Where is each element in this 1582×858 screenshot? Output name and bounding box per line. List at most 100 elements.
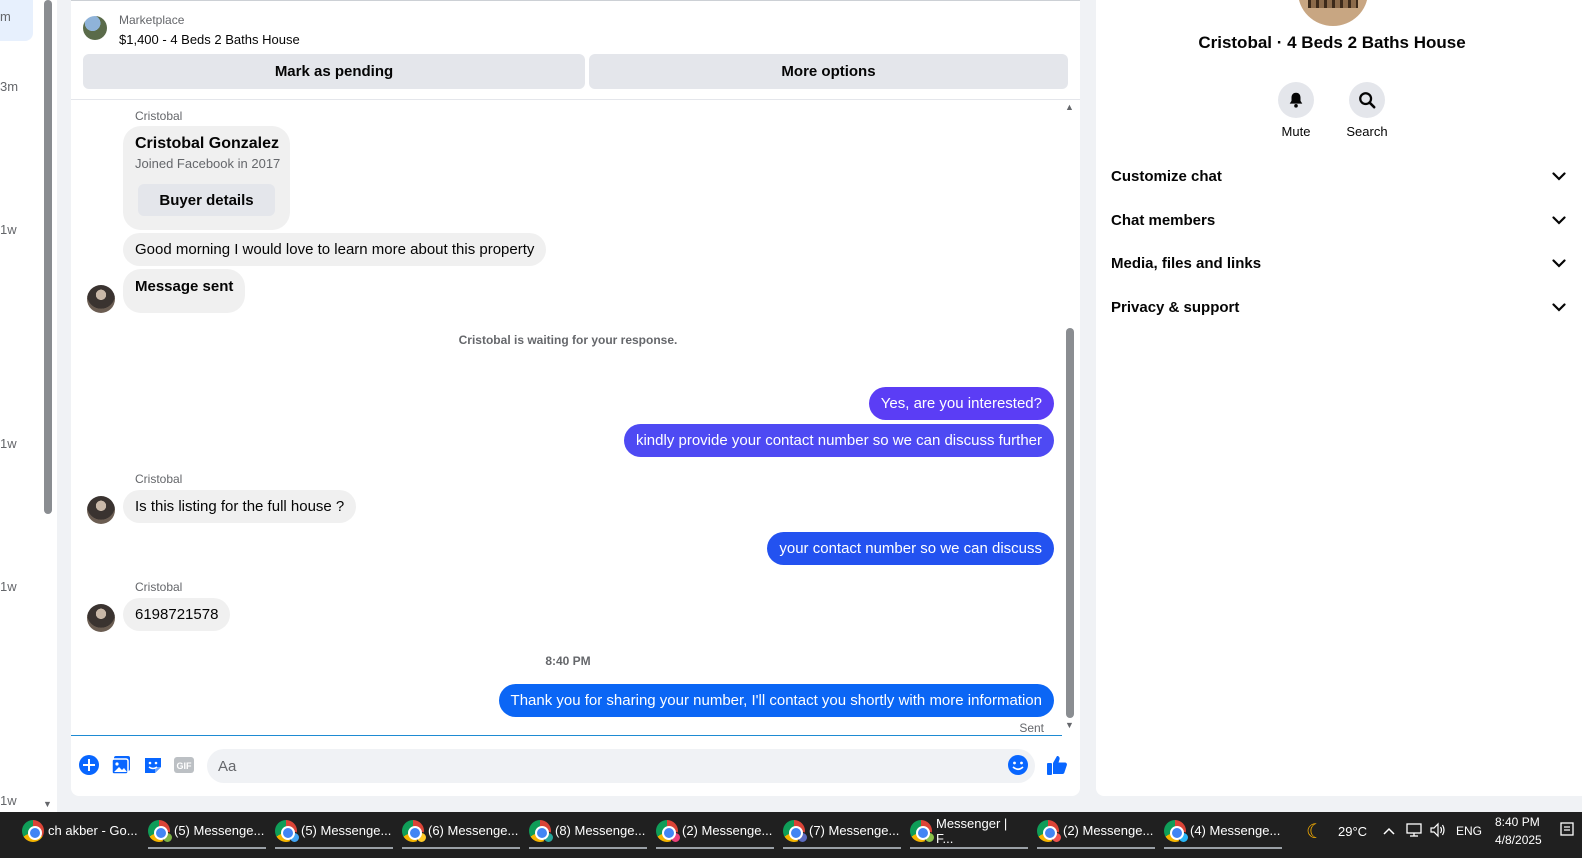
plus-icon[interactable] (77, 753, 101, 777)
sender-name: Cristobal (135, 109, 183, 123)
listing-avatar[interactable] (1298, 0, 1368, 26)
clock-date[interactable]: 4/8/2025 (1495, 833, 1542, 847)
sent-status: Sent (1019, 721, 1044, 735)
chrome-icon (22, 819, 44, 842)
mark-as-pending-button[interactable]: Mark as pending (83, 54, 585, 89)
section-privacy-support[interactable]: Privacy & support (1111, 299, 1566, 316)
conversation-time: 1w (0, 579, 17, 594)
language-indicator[interactable]: ENG (1456, 824, 1482, 838)
network-icon[interactable] (1406, 822, 1424, 841)
search-button[interactable]: Search (1337, 82, 1397, 139)
sender-name: Cristobal (135, 472, 183, 486)
search-label: Search (1346, 124, 1388, 139)
incoming-message[interactable]: Good morning I would love to learn more … (123, 233, 547, 266)
taskbar-item-label: (2) Messenge... (682, 823, 773, 838)
buyer-details-button[interactable]: Buyer details (138, 184, 275, 216)
taskbar-item[interactable]: Messenger | F... (910, 812, 1028, 849)
outgoing-message[interactable]: kindly provide your contact number so we… (623, 424, 1054, 457)
message-input[interactable]: Aa (207, 749, 1035, 783)
composer-divider (71, 735, 1062, 736)
weather-temp[interactable]: 29°C (1338, 824, 1367, 839)
chrome-icon (910, 819, 935, 843)
marketplace-listing-header: Marketplace $1,400 - 4 Beds 2 Baths Hous… (71, 0, 1080, 100)
taskbar-item-label: (5) Messenge... (174, 823, 265, 838)
taskbar-item[interactable]: (5) Messenge... (148, 812, 266, 849)
scroll-up-arrow-icon[interactable]: ▲ (1065, 102, 1074, 112)
chevron-up-icon[interactable] (1383, 823, 1395, 838)
listing-thumbnail[interactable] (83, 16, 107, 40)
sender-name: Cristobal (135, 580, 183, 594)
sticker-icon[interactable] (141, 753, 165, 777)
message-list: ▲ Cristobal Cristobal Gonzalez Joined Fa… (71, 100, 1080, 736)
section-label: Chat members (1111, 212, 1216, 229)
taskbar-item-label: (2) Messenge... (1063, 823, 1154, 838)
conversation-time: 1w (0, 436, 17, 451)
chrome-icon (275, 819, 300, 843)
outgoing-message[interactable]: Yes, are you interested? (868, 387, 1054, 420)
conversation-info-panel: Cristobal · 4 Beds 2 Baths House Mute Se… (1096, 0, 1582, 796)
taskbar-item[interactable]: ch akber - Go... (22, 812, 140, 849)
mute-button[interactable]: Mute (1266, 82, 1326, 139)
bell-icon[interactable] (1278, 82, 1314, 118)
conversation-list-scrollbar[interactable] (44, 0, 52, 514)
taskbar-item-label: (5) Messenge... (301, 823, 392, 838)
chrome-icon (402, 819, 427, 843)
more-options-button[interactable]: More options (589, 54, 1068, 89)
buyer-profile-card: Cristobal Gonzalez Joined Facebook in 20… (123, 126, 290, 230)
clock-time[interactable]: 8:40 PM (1495, 815, 1540, 829)
chrome-icon (1164, 819, 1189, 843)
section-customize-chat[interactable]: Customize chat (1111, 168, 1566, 185)
conversation-time: 1w (0, 793, 17, 808)
taskbar-item[interactable]: (7) Messenge... (783, 812, 901, 849)
moon-icon[interactable]: ☾ (1306, 819, 1324, 844)
taskbar-item[interactable]: (2) Messenge... (1037, 812, 1155, 849)
mute-label: Mute (1281, 124, 1311, 139)
chevron-down-icon (1552, 299, 1566, 316)
marketplace-label: Marketplace (119, 13, 185, 27)
section-chat-members[interactable]: Chat members (1111, 212, 1566, 229)
taskbar-item[interactable]: (6) Messenge... (402, 812, 520, 849)
svg-text:GIF: GIF (177, 761, 193, 771)
outgoing-message[interactable]: your contact number so we can discuss (767, 532, 1054, 565)
section-label: Media, files and links (1111, 255, 1262, 272)
chevron-down-icon (1552, 168, 1566, 185)
incoming-message[interactable]: 6198721578 (123, 598, 231, 631)
taskbar-item-label: (8) Messenge... (555, 823, 646, 838)
chrome-icon (148, 819, 173, 843)
buyer-name: Cristobal Gonzalez (135, 135, 280, 152)
incoming-message[interactable]: Is this listing for the full house ? (123, 490, 357, 523)
chrome-icon (783, 819, 808, 843)
chevron-down-icon (1552, 212, 1566, 229)
gif-icon[interactable]: GIF (172, 753, 196, 777)
chat-panel: Marketplace $1,400 - 4 Beds 2 Baths Hous… (71, 0, 1080, 796)
chevron-down-icon (1552, 255, 1566, 272)
taskbar: ch akber - Go... (5) Messenge... (5) Mes… (0, 812, 1582, 858)
message-composer: GIF Aa (71, 740, 1080, 790)
waiting-notice: Cristobal is waiting for your response. (458, 333, 678, 347)
listing-title[interactable]: $1,400 - 4 Beds 2 Baths House (119, 32, 300, 47)
scroll-down-arrow-icon[interactable]: ▼ (43, 799, 52, 809)
emoji-icon[interactable] (1006, 753, 1030, 777)
outgoing-message[interactable]: Thank you for sharing your number, I'll … (498, 684, 1054, 717)
taskbar-item[interactable]: (2) Messenge... (656, 812, 774, 849)
notification-icon[interactable] (1560, 822, 1574, 841)
chat-scrollbar[interactable] (1066, 328, 1074, 718)
message-timestamp: 8:40 PM (545, 654, 591, 668)
search-icon[interactable] (1349, 82, 1385, 118)
conversation-title: Cristobal · 4 Beds 2 Baths House (1198, 33, 1466, 52)
scroll-down-arrow-icon[interactable]: ▼ (1065, 720, 1074, 730)
conversation-time: 1w (0, 222, 17, 237)
volume-icon[interactable] (1429, 822, 1447, 841)
like-icon[interactable] (1045, 753, 1069, 777)
avatar[interactable] (87, 604, 115, 632)
avatar[interactable] (87, 285, 115, 313)
taskbar-item[interactable]: (8) Messenge... (529, 812, 647, 849)
avatar[interactable] (87, 496, 115, 524)
taskbar-item-label: (6) Messenge... (428, 823, 519, 838)
taskbar-item[interactable]: (4) Messenge... (1164, 812, 1282, 849)
section-media-files-links[interactable]: Media, files and links (1111, 255, 1566, 272)
message-sent-notice: Message sent (123, 269, 246, 313)
taskbar-item[interactable]: (5) Messenge... (275, 812, 393, 849)
chrome-icon (1037, 819, 1062, 843)
photo-icon[interactable] (109, 753, 133, 777)
